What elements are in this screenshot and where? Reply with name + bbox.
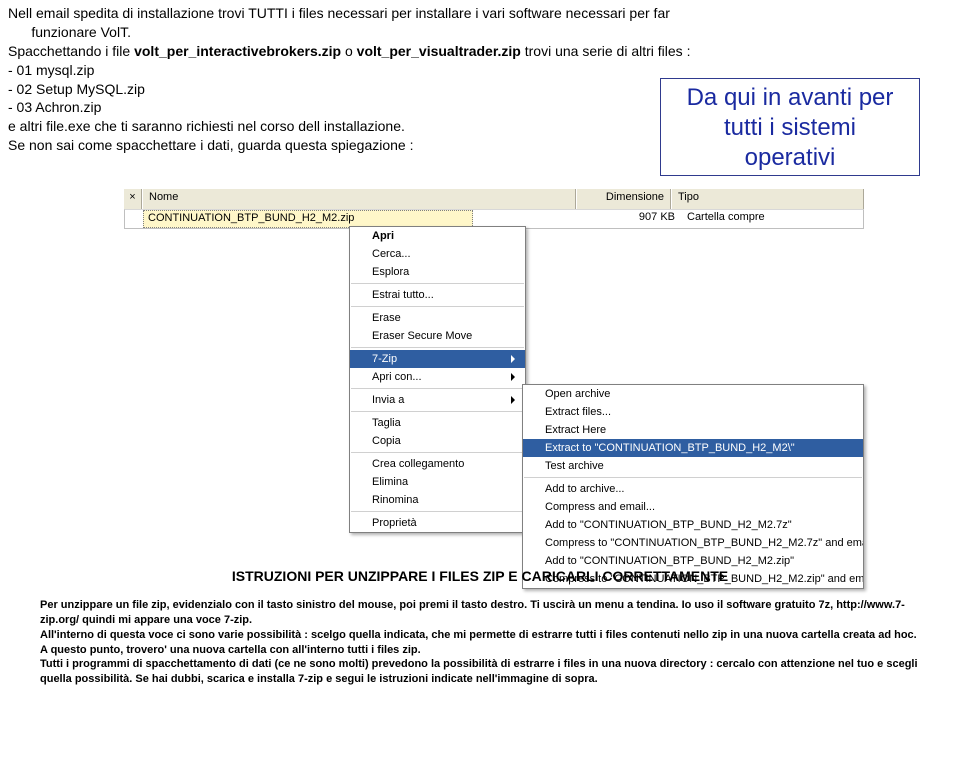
instructions-p4: Tutti i programmi di spacchettamento di … [40, 657, 920, 687]
menu-separator [351, 388, 524, 389]
instructions: ISTRUZIONI PER UNZIPPARE I FILES ZIP E C… [40, 568, 920, 687]
menu-separator [351, 347, 524, 348]
intro-line1a: Nell email spedita di installazione trov… [8, 5, 670, 21]
menu-item[interactable]: Copia [350, 432, 525, 450]
submenu-item[interactable]: Extract Here [523, 421, 863, 439]
menu-separator [351, 283, 524, 284]
intro-line2a: Spacchettando i file [8, 43, 134, 59]
menu-item[interactable]: Cerca... [350, 245, 525, 263]
submenu-item[interactable]: Add to "CONTINUATION_BTP_BUND_H2_M2.7z" [523, 516, 863, 534]
callout-line3: operativi [661, 143, 919, 173]
menu-item[interactable]: Proprietà [350, 514, 525, 532]
explorer-header: × Nome Dimensione Tipo [124, 188, 864, 209]
col-name[interactable]: Nome [142, 189, 576, 209]
menu-separator [351, 306, 524, 307]
submenu-item[interactable]: Add to archive... [523, 480, 863, 498]
menu-separator [351, 411, 524, 412]
submenu-item[interactable]: Extract to "CONTINUATION_BTP_BUND_H2_M2\… [523, 439, 863, 457]
submenu-item[interactable]: Extract files... [523, 403, 863, 421]
menu-item[interactable]: Esplora [350, 263, 525, 281]
menu-item[interactable]: Taglia [350, 414, 525, 432]
menu-separator [351, 452, 524, 453]
col-size[interactable]: Dimensione [576, 189, 671, 209]
instructions-title: ISTRUZIONI PER UNZIPPARE I FILES ZIP E C… [40, 568, 920, 584]
intro-line2b: o [341, 43, 357, 59]
explorer-screenshot: × Nome Dimensione Tipo CONTINUATION_BTP_… [124, 188, 864, 229]
instructions-p3: A questo punto, trovero' una nuova carte… [40, 643, 920, 658]
intro-file2: volt_per_visualtrader.zip [357, 43, 521, 59]
instructions-p1: Per unzippare un file zip, evidenzialo c… [40, 598, 920, 628]
callout-line2: tutti i sistemi [661, 113, 919, 143]
intro-file1: volt_per_interactivebrokers.zip [134, 43, 341, 59]
callout-line1: Da qui in avanti per [661, 83, 919, 113]
menu-item[interactable]: Crea collegamento [350, 455, 525, 473]
file-size: 907 KB [599, 210, 681, 228]
close-icon[interactable]: × [124, 189, 142, 209]
menu-item[interactable]: 7-Zip [350, 350, 525, 368]
submenu-item[interactable]: Compress and email... [523, 498, 863, 516]
callout-box: Da qui in avanti per tutti i sistemi ope… [660, 78, 920, 176]
context-submenu[interactable]: Open archiveExtract files...Extract Here… [522, 384, 864, 589]
menu-item[interactable]: Erase [350, 309, 525, 327]
context-menu[interactable]: ApriCerca...EsploraEstrai tutto...EraseE… [349, 226, 526, 533]
submenu-item[interactable]: Compress to "CONTINUATION_BTP_BUND_H2_M2… [523, 534, 863, 552]
intro-line1b: funzionare VolT. [31, 24, 131, 40]
menu-item[interactable]: Apri con... [350, 368, 525, 386]
intro-bullet1: - 01 mysql.zip [8, 61, 952, 80]
menu-item[interactable]: Invia a [350, 391, 525, 409]
instructions-p2: All'interno di questa voce ci sono varie… [40, 628, 920, 643]
menu-item[interactable]: Estrai tutto... [350, 286, 525, 304]
menu-item[interactable]: Eraser Secure Move [350, 327, 525, 345]
col-type[interactable]: Tipo [671, 189, 864, 209]
menu-separator [524, 477, 862, 478]
menu-item[interactable]: Elimina [350, 473, 525, 491]
menu-separator [351, 511, 524, 512]
menu-item[interactable]: Apri [350, 227, 525, 245]
submenu-item[interactable]: Open archive [523, 385, 863, 403]
file-type: Cartella compre [681, 210, 863, 228]
menu-item[interactable]: Rinomina [350, 491, 525, 509]
submenu-item[interactable]: Test archive [523, 457, 863, 475]
intro-line2c: trovi una serie di altri files : [521, 43, 691, 59]
